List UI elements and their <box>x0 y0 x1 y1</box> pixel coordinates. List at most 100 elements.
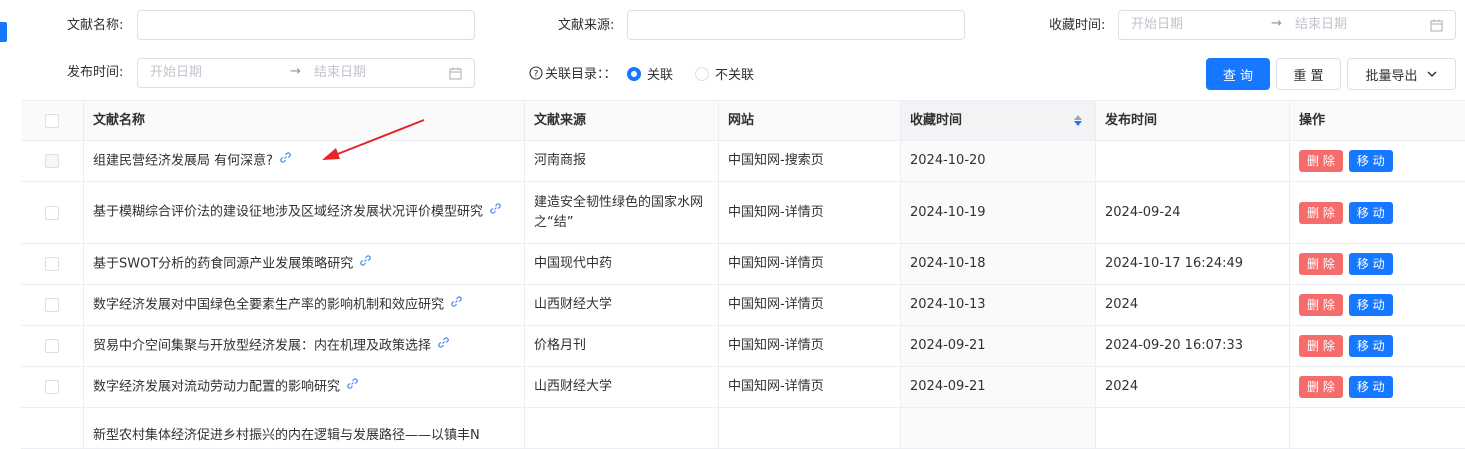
row-title[interactable]: 组建民营经济发展局 有何深意? <box>93 153 273 168</box>
row-select-cell <box>21 326 84 366</box>
move-button[interactable]: 移 动 <box>1348 150 1393 172</box>
table-body: 组建民营经济发展局 有何深意? 河南商报 中国知网-搜索页 2024-10-20 删 除… <box>21 141 1465 449</box>
title-filter-label: 文献名称: <box>67 18 124 33</box>
sort-icon[interactable] <box>1074 115 1082 126</box>
select-all-checkbox[interactable] <box>45 113 59 128</box>
row-title-cell: 组建民营经济发展局 有何深意? <box>84 141 525 181</box>
move-button[interactable]: 移 动 <box>1348 253 1393 275</box>
radio-not-related-label[interactable]: 不关联 <box>715 64 754 83</box>
link-icon[interactable] <box>346 377 359 397</box>
row-checkbox[interactable] <box>45 339 59 353</box>
side-edge-tab[interactable] <box>0 22 7 42</box>
link-icon[interactable] <box>359 254 372 274</box>
reset-button[interactable]: 重 置 <box>1276 58 1341 90</box>
calendar-icon <box>449 67 462 80</box>
table-row: 基于SWOT分析的药食同源产业发展策略研究 中国现代中药 中国知网-详情页 2024-… <box>21 244 1465 285</box>
pub-start-date[interactable]: 开始日期 <box>150 65 202 81</box>
question-circle-icon[interactable]: ? <box>529 65 543 80</box>
row-actions: 删 除移 动 <box>1290 285 1465 325</box>
row-actions: 删 除移 动 <box>1290 182 1465 243</box>
delete-button[interactable]: 删 除 <box>1299 150 1343 172</box>
link-icon[interactable] <box>279 151 292 171</box>
col-actions: 操作 <box>1299 112 1326 128</box>
radio-related[interactable]: 关联 <box>627 64 673 83</box>
row-source: 山西财经大学 <box>525 367 719 407</box>
row-site: 中国知网-详情页 <box>719 182 901 243</box>
row-checkbox[interactable] <box>45 257 59 271</box>
row-checkbox[interactable] <box>45 154 59 168</box>
row-title[interactable]: 基于SWOT分析的药食同源产业发展策略研究 <box>93 256 353 271</box>
link-icon[interactable] <box>489 202 502 222</box>
col-pub-time: 发布时间 <box>1096 101 1290 140</box>
delete-button[interactable]: 删 除 <box>1299 253 1343 275</box>
row-site: 中国知网-详情页 <box>719 367 901 407</box>
row-select-cell <box>21 408 84 448</box>
source-filter-input[interactable] <box>627 10 965 40</box>
row-source: 山西财经大学 <box>525 285 719 325</box>
row-pub-time: 2024-10-17 16:24:49 <box>1096 244 1290 284</box>
related-directory-label: ? 关联目录：： <box>529 63 617 82</box>
col-source: 文献来源 <box>525 101 719 140</box>
source-filter-label: 文献来源: <box>558 18 615 33</box>
radio-related-label[interactable]: 关联 <box>647 64 673 83</box>
row-pub-time: 2024-09-20 16:07:33 <box>1096 326 1290 366</box>
row-title[interactable]: 新型农村集体经济促进乡村振兴的内在逻辑与发展路径——以镇丰N <box>93 428 480 443</box>
query-button[interactable]: 查 询 <box>1206 58 1270 90</box>
radio-related-dot[interactable] <box>627 66 641 81</box>
chevron-down-icon <box>1427 71 1436 77</box>
row-fav-time: 2024-10-18 <box>901 244 1096 284</box>
row-actions: 删 除移 动 <box>1290 141 1465 181</box>
row-title-cell: 数字经济发展对流动劳动力配置的影响研究 <box>84 367 525 407</box>
move-button[interactable]: 移 动 <box>1348 201 1393 224</box>
row-source: 建造安全韧性绿色的国家水网之“结” <box>525 182 719 243</box>
row-fav-time: 2024-09-21 <box>901 326 1096 366</box>
row-checkbox[interactable] <box>45 380 59 394</box>
row-select-cell <box>21 141 84 181</box>
row-site: 中国知网-搜索页 <box>719 141 901 181</box>
row-pub-time: 2024 <box>1096 367 1290 407</box>
fav-end-date[interactable]: 结束日期 <box>1295 17 1347 33</box>
delete-button[interactable]: 删 除 <box>1299 335 1343 357</box>
row-title-cell: 基于模糊综合评价法的建设征地涉及区域经济发展状况评价模型研究 <box>84 182 525 243</box>
pub-end-date[interactable]: 结束日期 <box>314 65 366 81</box>
svg-text:?: ? <box>534 69 539 79</box>
row-checkbox[interactable] <box>45 298 59 312</box>
delete-button[interactable]: 删 除 <box>1299 294 1343 316</box>
link-icon[interactable] <box>437 336 450 356</box>
move-button[interactable]: 移 动 <box>1348 335 1393 357</box>
row-pub-time <box>1096 141 1290 181</box>
row-title-cell: 新型农村集体经济促进乡村振兴的内在逻辑与发展路径——以镇丰N <box>84 408 525 448</box>
select-all-cell <box>21 101 84 140</box>
row-checkbox[interactable] <box>45 205 59 220</box>
row-fav-time: 2024-10-13 <box>901 285 1096 325</box>
row-fav-time: 2024-10-20 <box>901 141 1096 181</box>
table-row: 组建民营经济发展局 有何深意? 河南商报 中国知网-搜索页 2024-10-20 删 除… <box>21 141 1465 182</box>
row-title[interactable]: 贸易中介空间集聚与开放型经济发展：内在机理及政策选择 <box>93 338 431 353</box>
export-button[interactable]: 批量导出 <box>1347 58 1456 90</box>
range-arrow-icon: → <box>290 64 301 79</box>
pub-time-date-range[interactable]: 开始日期 → 结束日期 <box>137 58 475 88</box>
move-button[interactable]: 移 动 <box>1348 294 1393 316</box>
row-title[interactable]: 数字经济发展对流动劳动力配置的影响研究 <box>93 379 340 394</box>
col-site: 网站 <box>719 101 901 140</box>
row-select-cell <box>21 285 84 325</box>
move-button[interactable]: 移 动 <box>1348 376 1393 398</box>
row-fav-time: 2024-09-21 <box>901 367 1096 407</box>
row-source <box>525 408 719 448</box>
radio-not-related[interactable]: 不关联 <box>695 64 754 83</box>
title-filter-input[interactable] <box>137 10 475 40</box>
row-title[interactable]: 基于模糊综合评价法的建设征地涉及区域经济发展状况评价模型研究 <box>93 205 483 220</box>
row-title[interactable]: 数字经济发展对中国绿色全要素生产率的影响机制和效应研究 <box>93 297 444 312</box>
delete-button[interactable]: 删 除 <box>1299 201 1343 224</box>
link-icon[interactable] <box>450 295 463 315</box>
fav-start-date[interactable]: 开始日期 <box>1131 17 1183 33</box>
col-fav-time[interactable]: 收藏时间 <box>901 101 1096 140</box>
row-site: 中国知网-详情页 <box>719 244 901 284</box>
table-row: 基于模糊综合评价法的建设征地涉及区域经济发展状况评价模型研究 建造安全韧性绿色的国… <box>21 182 1465 244</box>
calendar-icon <box>1430 19 1443 32</box>
radio-not-related-dot[interactable] <box>695 66 709 81</box>
favorites-table: 文献名称 文献来源 网站 收藏时间 发布时间 操作 组建民营经济发展局 有何深意… <box>21 100 1465 449</box>
row-actions: 删 除移 动 <box>1290 326 1465 366</box>
fav-time-date-range[interactable]: 开始日期 → 结束日期 <box>1118 10 1456 40</box>
delete-button[interactable]: 删 除 <box>1299 376 1343 398</box>
